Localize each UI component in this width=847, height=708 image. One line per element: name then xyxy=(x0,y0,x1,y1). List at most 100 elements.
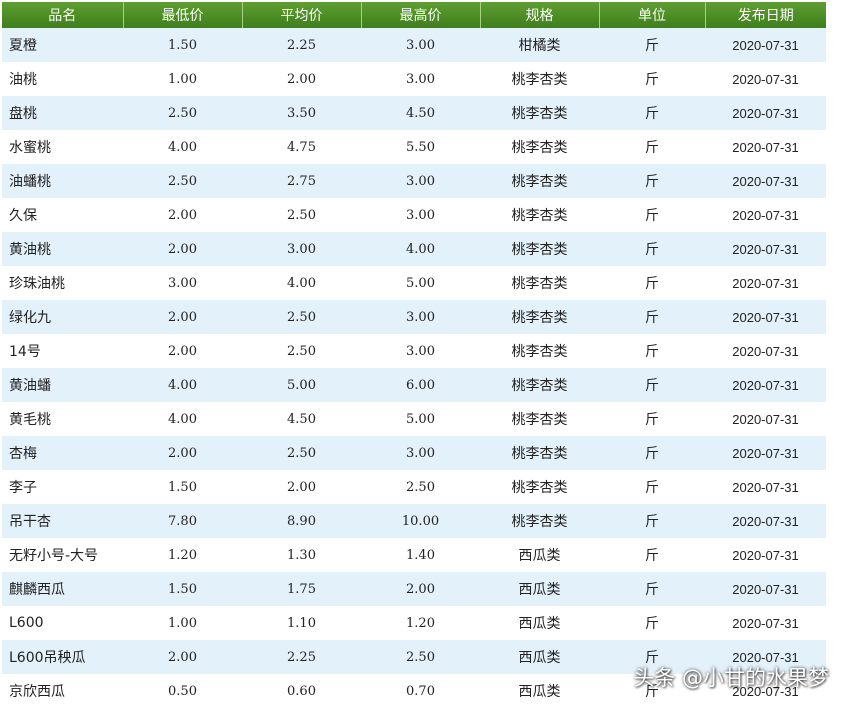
col-avg-price-cell: 3.00 xyxy=(242,232,361,266)
table-row: 无籽小号-大号 1.20 1.30 1.40 西瓜类斤 2020-07-31 xyxy=(2,538,826,572)
col-max-price-cell: 5.00 xyxy=(361,266,480,300)
col-spec-cell: 桃李杏类 xyxy=(480,198,599,232)
col-date-cell: 2020-07-31 xyxy=(705,130,826,164)
col-name-cell: 14号 xyxy=(2,334,123,368)
col-max-price-cell: 5.50 xyxy=(361,130,480,164)
col-spec-cell: 桃李杏类 xyxy=(480,130,599,164)
col-unit-cell: 斤 xyxy=(599,28,705,62)
col-avg-price-cell: 2.50 xyxy=(242,334,361,368)
col-unit-cell: 斤 xyxy=(599,300,705,334)
col-max-price-cell: 3.00 xyxy=(361,300,480,334)
col-min-price-cell: 2.00 xyxy=(123,334,242,368)
col-spec-cell: 桃李杏类 xyxy=(480,436,599,470)
col-min-price-cell: 2.00 xyxy=(123,198,242,232)
col-min-price-cell: 3.00 xyxy=(123,266,242,300)
price-table-header: 品名 最低价 平均价 最高价 规格 单位 发布日期 xyxy=(2,2,826,28)
col-max-price-cell: 3.00 xyxy=(361,28,480,62)
col-unit-cell: 斤 xyxy=(599,62,705,96)
header-col-name: 品名 xyxy=(2,2,124,28)
col-unit-cell: 斤 xyxy=(599,606,705,640)
col-date-cell: 2020-07-31 xyxy=(705,470,826,504)
col-spec-cell: 柑橘类 xyxy=(480,28,599,62)
header-row: 品名 最低价 平均价 最高价 规格 单位 发布日期 xyxy=(2,2,826,28)
page: 品名 最低价 平均价 最高价 规格 单位 发布日期 夏橙 1.50 2.25 3.00 柑橘类斤 20… xyxy=(0,0,847,708)
col-spec-cell: 桃李杏类 xyxy=(480,504,599,538)
col-spec-cell: 桃李杏类 xyxy=(480,368,599,402)
col-unit-cell: 斤 xyxy=(599,368,705,402)
col-avg-price-cell: 4.50 xyxy=(242,402,361,436)
col-unit-cell: 斤 xyxy=(599,266,705,300)
col-unit-cell: 斤 xyxy=(599,572,705,606)
col-unit-cell: 斤 xyxy=(599,130,705,164)
col-name-cell: 久保 xyxy=(2,198,123,232)
col-name-cell: 京欣西瓜 xyxy=(2,674,123,708)
table-row: 李子 1.50 2.00 2.50 桃李杏类斤 2020-07-31 xyxy=(2,470,826,504)
col-avg-price-cell: 1.30 xyxy=(242,538,361,572)
col-avg-price-cell: 4.75 xyxy=(242,130,361,164)
col-unit-cell: 斤 xyxy=(599,538,705,572)
col-min-price-cell: 2.50 xyxy=(123,96,242,130)
col-date-cell: 2020-07-31 xyxy=(705,538,826,572)
col-max-price-cell: 2.50 xyxy=(361,640,480,674)
table-row: 杏梅 2.00 2.50 3.00 桃李杏类斤 2020-07-31 xyxy=(2,436,826,470)
col-unit-cell: 斤 xyxy=(599,402,705,436)
col-avg-price-cell: 2.25 xyxy=(242,640,361,674)
col-avg-price-cell: 8.90 xyxy=(242,504,361,538)
col-avg-price-cell: 2.00 xyxy=(242,62,361,96)
col-unit-cell: 斤 xyxy=(599,504,705,538)
col-max-price-cell: 5.00 xyxy=(361,402,480,436)
col-avg-price-cell: 2.25 xyxy=(242,28,361,62)
col-name-cell: 黄油蟠 xyxy=(2,368,123,402)
col-avg-price-cell: 2.75 xyxy=(242,164,361,198)
header-col-date: 发布日期 xyxy=(705,2,826,28)
col-unit-cell: 斤 xyxy=(599,232,705,266)
table-row: 麒麟西瓜 1.50 1.75 2.00 西瓜类斤 2020-07-31 xyxy=(2,572,826,606)
col-name-cell: 盘桃 xyxy=(2,96,123,130)
col-min-price-cell: 4.00 xyxy=(123,402,242,436)
col-min-price-cell: 1.00 xyxy=(123,606,242,640)
col-name-cell: 油桃 xyxy=(2,62,123,96)
col-max-price-cell: 10.00 xyxy=(361,504,480,538)
col-name-cell: 夏橙 xyxy=(2,28,123,62)
col-name-cell: 珍珠油桃 xyxy=(2,266,123,300)
col-spec-cell: 桃李杏类 xyxy=(480,402,599,436)
col-avg-price-cell: 2.50 xyxy=(242,436,361,470)
col-min-price-cell: 1.50 xyxy=(123,470,242,504)
col-spec-cell: 西瓜类 xyxy=(480,572,599,606)
col-min-price-cell: 2.00 xyxy=(123,640,242,674)
price-table-body: 夏橙 1.50 2.25 3.00 柑橘类斤 2020-07-31 油桃 1.00 2.00 3.… xyxy=(2,28,826,708)
col-name-cell: 李子 xyxy=(2,470,123,504)
col-max-price-cell: 1.40 xyxy=(361,538,480,572)
col-date-cell: 2020-07-31 xyxy=(705,402,826,436)
col-avg-price-cell: 2.00 xyxy=(242,470,361,504)
col-spec-cell: 桃李杏类 xyxy=(480,164,599,198)
table-row: 黄毛桃 4.00 4.50 5.00 桃李杏类斤 2020-07-31 xyxy=(2,402,826,436)
col-avg-price-cell: 2.50 xyxy=(242,300,361,334)
col-max-price-cell: 1.20 xyxy=(361,606,480,640)
col-min-price-cell: 2.00 xyxy=(123,436,242,470)
col-spec-cell: 桃李杏类 xyxy=(480,232,599,266)
col-avg-price-cell: 4.00 xyxy=(242,266,361,300)
col-date-cell: 2020-07-31 xyxy=(705,606,826,640)
col-avg-price-cell: 2.50 xyxy=(242,198,361,232)
col-date-cell: 2020-07-31 xyxy=(705,198,826,232)
col-max-price-cell: 2.50 xyxy=(361,470,480,504)
table-row: 珍珠油桃 3.00 4.00 5.00 桃李杏类斤 2020-07-31 xyxy=(2,266,826,300)
col-max-price-cell: 3.00 xyxy=(361,436,480,470)
col-name-cell: 吊干杏 xyxy=(2,504,123,538)
col-spec-cell: 桃李杏类 xyxy=(480,266,599,300)
col-spec-cell: 桃李杏类 xyxy=(480,334,599,368)
col-max-price-cell: 0.70 xyxy=(361,674,480,708)
col-min-price-cell: 1.50 xyxy=(123,28,242,62)
col-name-cell: 麒麟西瓜 xyxy=(2,572,123,606)
table-row: 黄油桃 2.00 3.00 4.00 桃李杏类斤 2020-07-31 xyxy=(2,232,826,266)
col-min-price-cell: 2.00 xyxy=(123,232,242,266)
col-date-cell: 2020-07-31 xyxy=(705,232,826,266)
col-date-cell: 2020-07-31 xyxy=(705,368,826,402)
col-unit-cell: 斤 xyxy=(599,164,705,198)
header-col-min-price: 最低价 xyxy=(123,2,243,28)
col-name-cell: 黄毛桃 xyxy=(2,402,123,436)
header-col-unit: 单位 xyxy=(599,2,706,28)
col-spec-cell: 西瓜类 xyxy=(480,606,599,640)
col-max-price-cell: 6.00 xyxy=(361,368,480,402)
